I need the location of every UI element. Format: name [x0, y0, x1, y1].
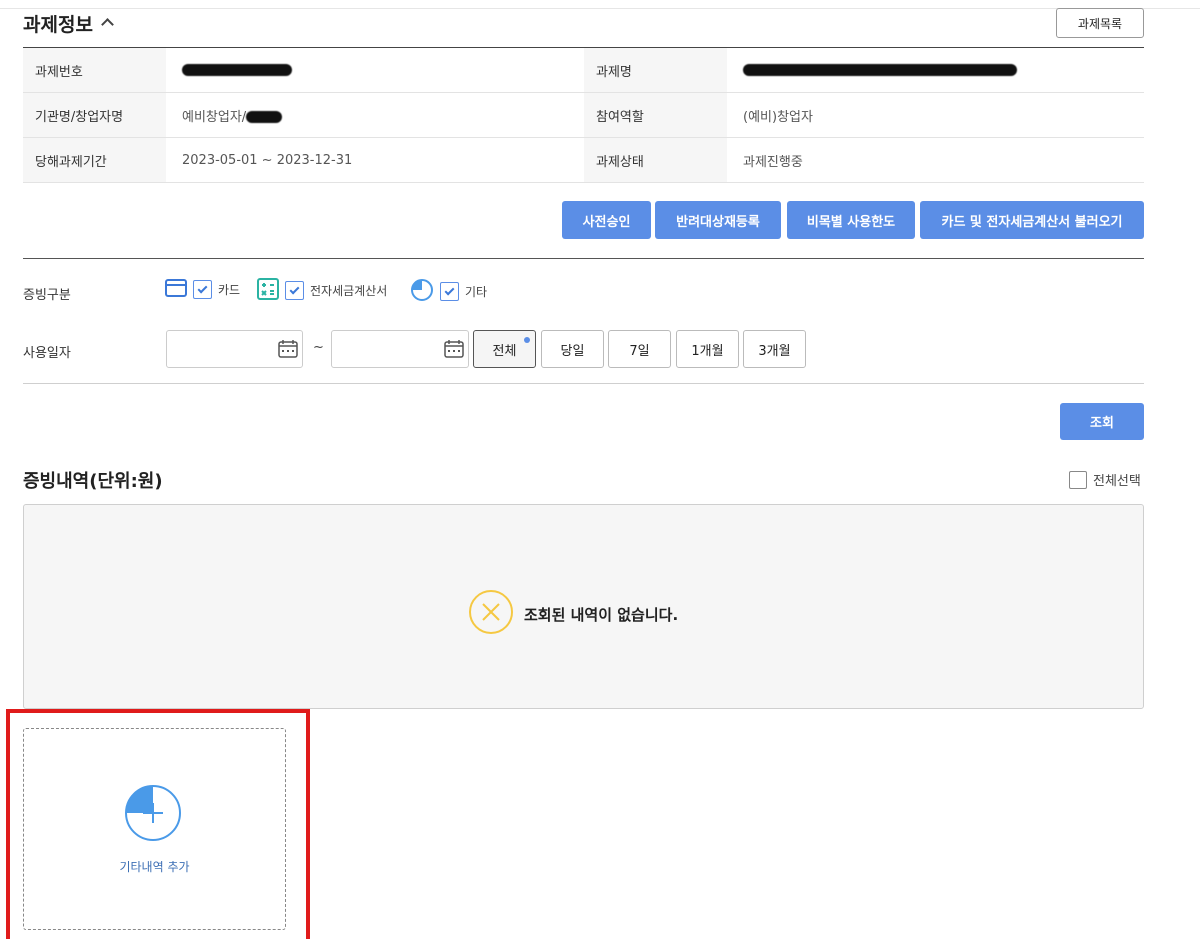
- table-row: 기관명/창업자명 예비창업자/ 참여역할 (예비)창업자: [23, 92, 1144, 138]
- evidence-type-label: 증빙구분: [23, 288, 71, 303]
- date-separator: ~: [313, 340, 324, 355]
- period-3months-button[interactable]: 3개월: [743, 330, 806, 368]
- other-label: 기타: [465, 285, 488, 299]
- value-period: 2023-05-01 ~ 2023-12-31: [166, 137, 584, 183]
- project-info-table: 과제번호 과제명 기관명/창업자명 예비창업자/ 참여역할 (예비)창업자 당해…: [23, 47, 1144, 183]
- select-all-checkbox[interactable]: [1069, 470, 1087, 489]
- add-circle-icon: [123, 783, 183, 847]
- project-list-button[interactable]: 과제목록: [1056, 8, 1144, 38]
- pre-approval-button[interactable]: 사전승인: [562, 201, 651, 239]
- add-other-item-label: 기타내역 추가: [119, 860, 190, 874]
- date-to-input[interactable]: [331, 330, 469, 368]
- table-row: 당해과제기간 2023-05-01 ~ 2023-12-31 과제상태 과제진행…: [23, 137, 1144, 183]
- card-checkbox[interactable]: [193, 280, 212, 299]
- period-today-button[interactable]: 당일: [541, 330, 604, 368]
- table-row: 과제번호 과제명: [23, 47, 1144, 93]
- chevron-up-icon[interactable]: [101, 18, 114, 31]
- value-org-founder-text: 예비창업자/: [182, 109, 247, 125]
- top-divider: [0, 8, 1200, 9]
- warning-x-icon: [468, 589, 514, 639]
- add-other-item-card[interactable]: 기타내역 추가: [23, 728, 286, 930]
- divider: [23, 258, 1144, 259]
- label-role: 참여역할: [584, 92, 727, 138]
- other-checkbox[interactable]: [440, 282, 459, 301]
- invoice-checkbox[interactable]: [285, 281, 304, 300]
- calendar-icon[interactable]: [278, 340, 298, 362]
- value-project-number: [166, 47, 584, 93]
- evidence-list-title: 증빙내역(단위:원): [23, 471, 163, 492]
- period-all-label: 전체: [492, 343, 517, 359]
- calculator-icon: [257, 278, 279, 303]
- divider: [23, 383, 1144, 384]
- label-project-name: 과제명: [584, 47, 727, 93]
- label-period: 당해과제기간: [23, 137, 166, 183]
- resubmit-rejected-button[interactable]: 반려대상재등록: [655, 201, 781, 239]
- date-from-input[interactable]: [166, 330, 303, 368]
- empty-state: 조회된 내역이 없습니다.: [468, 589, 678, 639]
- evidence-type-invoice[interactable]: 전자세금계산서: [257, 278, 387, 303]
- card-icon: [165, 278, 187, 301]
- section-header: 과제정보: [23, 10, 114, 37]
- expense-limit-button[interactable]: 비목별 사용한도: [787, 201, 915, 239]
- search-button[interactable]: 조회: [1060, 403, 1144, 440]
- period-1month-button[interactable]: 1개월: [676, 330, 739, 368]
- value-role: (예비)창업자: [727, 92, 1144, 138]
- period-7days-button[interactable]: 7일: [608, 330, 671, 368]
- value-project-name: [727, 47, 1144, 93]
- value-org-founder: 예비창업자/: [166, 92, 584, 138]
- value-status: 과제진행중: [727, 137, 1144, 183]
- section-title: 과제정보: [23, 14, 93, 36]
- label-project-number: 과제번호: [23, 47, 166, 93]
- empty-message: 조회된 내역이 없습니다.: [524, 605, 679, 624]
- evidence-type-other[interactable]: 기타: [410, 278, 487, 305]
- card-label: 카드: [218, 283, 241, 297]
- pie-icon: [410, 278, 434, 305]
- redacted-mark: [246, 111, 283, 123]
- period-all-button[interactable]: 전체: [473, 330, 536, 368]
- select-all-label: 전체선택: [1093, 474, 1141, 489]
- invoice-label: 전자세금계산서: [310, 284, 388, 298]
- evidence-type-card[interactable]: 카드: [165, 278, 240, 301]
- select-all-toggle[interactable]: 전체선택: [1069, 470, 1141, 489]
- redacted-mark: [743, 64, 1017, 76]
- import-card-invoice-button[interactable]: 카드 및 전자세금계산서 불러오기: [920, 201, 1144, 239]
- active-dot: [524, 337, 530, 343]
- label-status: 과제상태: [584, 137, 727, 183]
- calendar-icon[interactable]: [444, 340, 464, 362]
- redacted-mark: [182, 64, 292, 76]
- label-org-founder: 기관명/창업자명: [23, 92, 166, 138]
- date-label: 사용일자: [23, 346, 71, 361]
